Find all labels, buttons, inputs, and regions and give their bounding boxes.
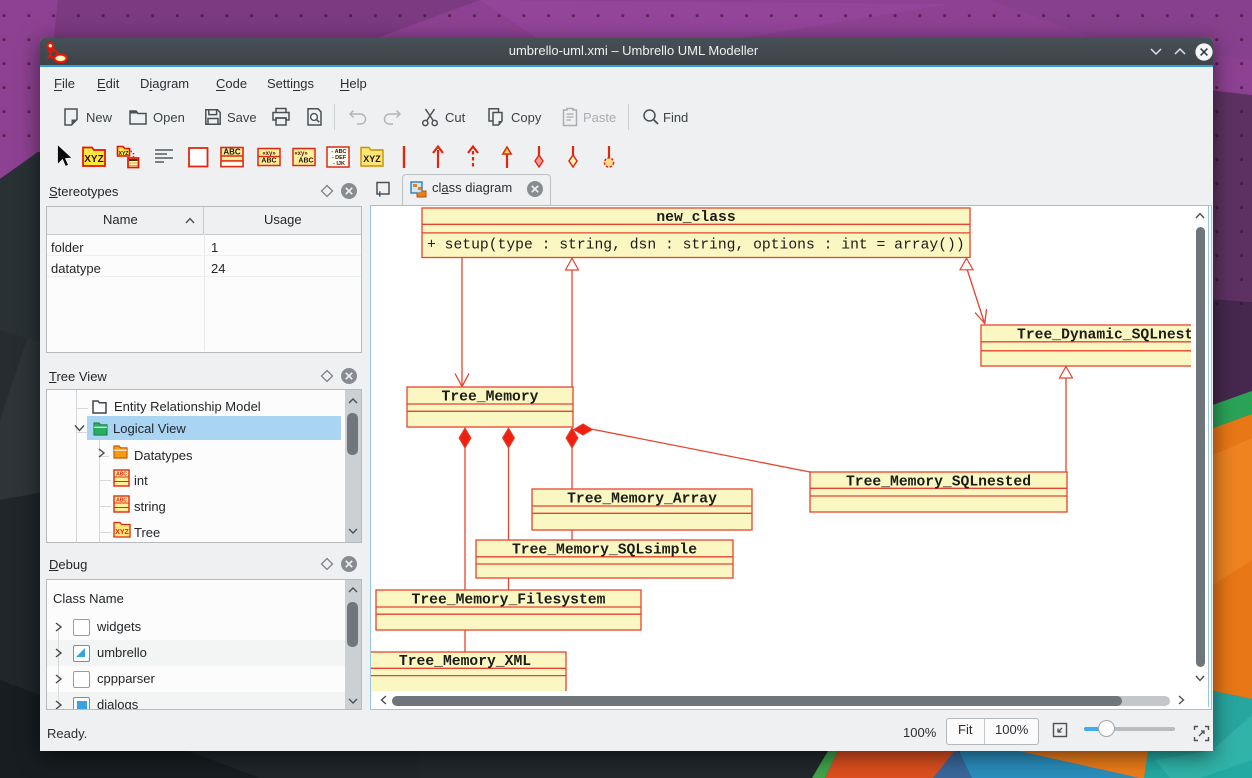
svg-text:XYZ: XYZ (363, 154, 381, 164)
svg-text:ABC: ABC (261, 158, 276, 165)
svg-text:Tree_Memory_SQLsimple: Tree_Memory_SQLsimple (512, 542, 697, 558)
svg-text:XYZ: XYZ (84, 154, 103, 165)
svg-text:Tree_Memory: Tree_Memory (442, 390, 539, 406)
svg-text:ABC: ABC (298, 158, 313, 165)
svg-text:«xy»: «xy» (294, 151, 308, 157)
svg-text:Tree_Memory_Array: Tree_Memory_Array (567, 491, 717, 507)
svg-text:Tree_Memory_SQLnested: Tree_Memory_SQLnested (846, 474, 1031, 490)
svg-text:- IJK: - IJK (333, 161, 345, 167)
svg-text:ABC: ABC (223, 148, 241, 157)
svg-text:XYZ: XYZ (115, 529, 129, 536)
svg-text:new_class: new_class (656, 210, 735, 226)
svg-text:+ setup(type : string, dsn : s: + setup(type : string, dsn : string, opt… (427, 238, 965, 254)
svg-text:Tree_Memory_XML: Tree_Memory_XML (399, 654, 531, 670)
svg-text:Tree_Dynamic_SQLnested: Tree_Dynamic_SQLnested (1017, 327, 1191, 343)
svg-text:Tree_Memory_Filesystem: Tree_Memory_Filesystem (412, 592, 606, 608)
svg-text:XYZ: XYZ (119, 151, 129, 157)
